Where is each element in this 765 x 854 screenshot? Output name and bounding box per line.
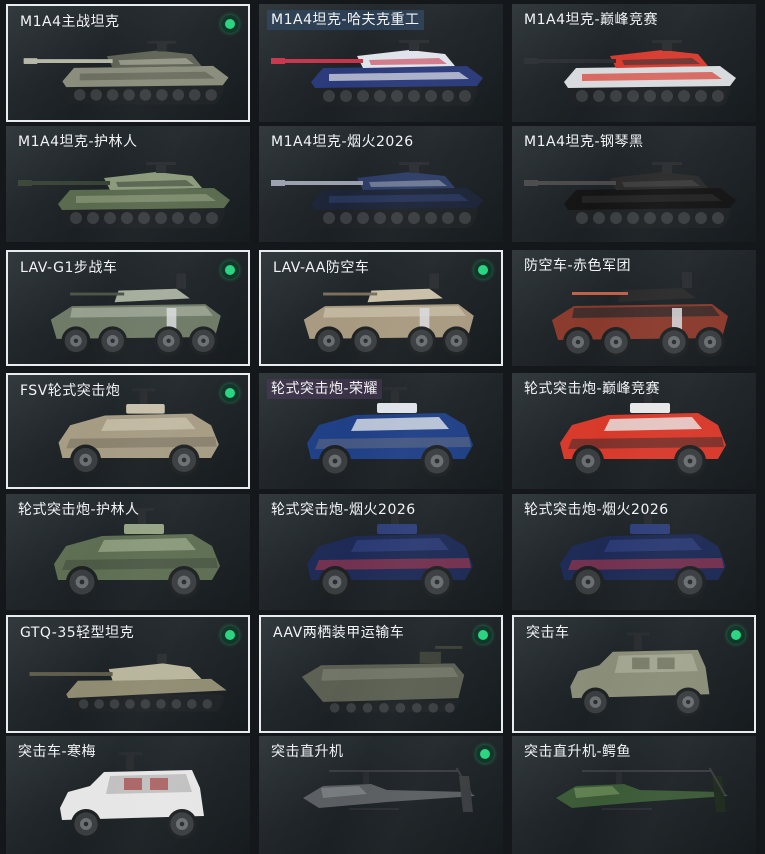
vehicle-card[interactable]: M1A4坦克-钢琴黑 <box>512 126 756 242</box>
vehicle-name: LAV-AA防空车 <box>273 260 370 276</box>
vehicle-name: GTQ-35轻型坦克 <box>20 625 135 641</box>
tank-vehicle-illustration <box>18 162 230 228</box>
vehicle-card[interactable]: 轮式突击炮-烟火2026 <box>259 494 503 610</box>
vehicle-card[interactable]: 轮式突击炮-荣耀 <box>259 373 503 489</box>
vehicle-card[interactable]: LAV-G1步战车 <box>6 250 250 366</box>
vehicle-name: AAV两栖装甲运输车 <box>273 625 405 641</box>
heli-vehicle-illustration <box>303 767 475 812</box>
vehicle-card[interactable]: GTQ-35轻型坦克 <box>6 615 250 733</box>
tank-vehicle-illustration <box>524 162 736 228</box>
owned-indicator-icon <box>221 626 239 644</box>
vehicle-card[interactable]: 轮式突击炮-烟火2026 <box>512 494 756 610</box>
owned-indicator-icon <box>476 745 494 763</box>
owned-indicator-icon <box>474 626 492 644</box>
vehicle-card[interactable]: 突击车 <box>512 615 756 733</box>
vehicle-name: 突击车 <box>526 625 570 641</box>
armored-vehicle-illustration <box>307 508 473 598</box>
vehicle-card[interactable]: M1A4坦克-烟火2026 <box>259 126 503 242</box>
mrap-vehicle-illustration <box>60 752 204 839</box>
tank-vehicle-illustration <box>271 40 483 106</box>
vehicle-card[interactable]: 防空车-赤色军团 <box>512 250 756 366</box>
heli-vehicle-illustration <box>556 767 728 812</box>
armored-vehicle-illustration <box>307 387 473 477</box>
vehicle-name: LAV-G1步战车 <box>20 260 118 276</box>
vehicle-card[interactable]: M1A4坦克-巅峰竞赛 <box>512 4 756 122</box>
vehicle-name: 突击直升机 <box>271 744 344 760</box>
vehicle-card[interactable]: 突击直升机-鳄鱼 <box>512 736 756 854</box>
owned-indicator-icon <box>221 15 239 33</box>
vehicle-name: 突击车-寒梅 <box>18 744 97 760</box>
owned-indicator-icon <box>221 384 239 402</box>
amphib-vehicle-illustration <box>301 645 465 714</box>
vehicle-name: M1A4坦克-护林人 <box>18 134 138 150</box>
vehicle-name: M1A4坦克-巅峰竞赛 <box>524 12 659 28</box>
armored-vehicle-illustration <box>560 387 726 477</box>
vehicle-name: 轮式突击炮-巅峰竞赛 <box>524 381 661 397</box>
vehicle-name: M1A4坦克-烟火2026 <box>271 134 414 150</box>
vehicle-name: M1A4主战坦克 <box>20 14 120 30</box>
armored-vehicle-illustration <box>560 508 726 598</box>
lighttank-vehicle-illustration <box>29 653 227 712</box>
tank-vehicle-illustration <box>271 162 483 228</box>
apc-vehicle-illustration <box>303 273 474 356</box>
vehicle-card[interactable]: M1A4坦克-哈夫克重工 <box>259 4 503 122</box>
vehicle-card[interactable]: FSV轮式突击炮 <box>6 373 250 489</box>
vehicle-name: M1A4坦克-哈夫克重工 <box>267 10 424 30</box>
vehicle-card[interactable]: AAV两栖装甲运输车 <box>259 615 503 733</box>
vehicle-name: 轮式突击炮-烟火2026 <box>524 502 669 518</box>
mrap-vehicle-illustration <box>570 632 710 717</box>
tank-vehicle-illustration <box>524 40 736 106</box>
vehicle-card[interactable]: 突击车-寒梅 <box>6 736 250 854</box>
vehicle-card[interactable]: M1A4坦克-护林人 <box>6 126 250 242</box>
apc-vehicle-illustration <box>50 273 221 356</box>
vehicle-name: 防空车-赤色军团 <box>524 258 632 274</box>
owned-indicator-icon <box>221 261 239 279</box>
vehicle-name: FSV轮式突击炮 <box>20 383 121 399</box>
armored-vehicle-illustration <box>54 508 220 598</box>
tank-vehicle-illustration <box>23 40 229 105</box>
owned-indicator-icon <box>474 261 492 279</box>
vehicle-name: 突击直升机-鳄鱼 <box>524 744 632 760</box>
vehicle-name: M1A4坦克-钢琴黑 <box>524 134 644 150</box>
apc-vehicle-illustration <box>552 272 728 357</box>
vehicle-card[interactable]: 轮式突击炮-护林人 <box>6 494 250 610</box>
armored-vehicle-illustration <box>58 388 219 476</box>
vehicle-card[interactable]: 轮式突击炮-巅峰竞赛 <box>512 373 756 489</box>
vehicle-name: 轮式突击炮-荣耀 <box>267 379 383 399</box>
vehicle-name: 轮式突击炮-护林人 <box>18 502 140 518</box>
vehicle-card[interactable]: 突击直升机 <box>259 736 503 854</box>
vehicle-card[interactable]: LAV-AA防空车 <box>259 250 503 366</box>
vehicle-grid: M1A4主战坦克 M1A4坦克-哈夫克重工 M1A4坦克-巅峰竞赛 M1A4坦克-护林… <box>0 0 765 854</box>
owned-indicator-icon <box>727 626 745 644</box>
vehicle-card[interactable]: M1A4主战坦克 <box>6 4 250 122</box>
vehicle-name: 轮式突击炮-烟火2026 <box>271 502 416 518</box>
